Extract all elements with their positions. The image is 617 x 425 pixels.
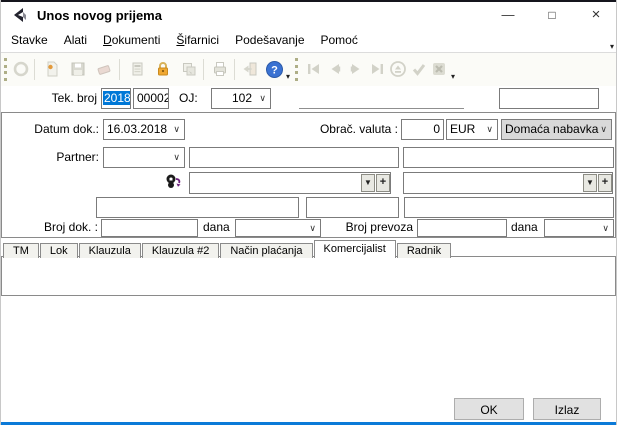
tek-broj-number-input[interactable]: 00002 bbox=[133, 88, 169, 109]
dropdown-button[interactable]: ▼ bbox=[361, 174, 375, 192]
minimize-button[interactable]: — bbox=[486, 2, 530, 30]
lock-icon[interactable] bbox=[151, 57, 175, 81]
selected-text: 2018 bbox=[103, 91, 131, 105]
dana-label: dana bbox=[511, 218, 541, 236]
tab-tm[interactable]: TM bbox=[3, 243, 39, 258]
save-icon[interactable] bbox=[66, 57, 90, 81]
title-bar[interactable]: Unos novog prijema — □ × bbox=[1, 2, 617, 30]
help-icon[interactable]: ? bbox=[262, 57, 286, 81]
window-title: Unos novog prijema bbox=[37, 2, 162, 30]
partner-name-input[interactable] bbox=[189, 147, 399, 168]
menu-item-pomo[interactable]: Pomoć bbox=[313, 30, 366, 51]
dialog-window: Unos novog prijema — □ × StavkeAlatiDoku… bbox=[0, 0, 617, 425]
broj-prevoza-input[interactable] bbox=[417, 219, 507, 237]
tab-klauzula[interactable]: Klauzula bbox=[79, 243, 141, 258]
menu-item-ifarnici[interactable]: Šifarnici bbox=[168, 30, 227, 51]
dana-select-2[interactable]: ∨ bbox=[544, 219, 614, 237]
obrac-valuta-label: Obrač. valuta : bbox=[301, 119, 398, 140]
cancel-icon[interactable] bbox=[427, 57, 451, 81]
eraser-icon[interactable] bbox=[92, 57, 116, 81]
datum-dok-select[interactable]: 16.03.2018∨ bbox=[103, 119, 185, 140]
tip-nabavke-select[interactable]: Domaća nabavka∨ bbox=[501, 119, 612, 140]
toolbar-separator bbox=[34, 59, 35, 80]
ok-button[interactable]: OK bbox=[454, 398, 524, 420]
menu-item-pode-avanje[interactable]: Podešavanje bbox=[227, 30, 312, 51]
valuta-iznos-input[interactable]: 0 bbox=[401, 119, 444, 140]
menu-item-alati[interactable]: Alati bbox=[56, 30, 95, 51]
chevron-down-icon: ∨ bbox=[309, 220, 316, 236]
tab-klauzula-2[interactable]: Klauzula #2 bbox=[142, 243, 220, 258]
contact-select-right[interactable]: ▼ + bbox=[403, 172, 613, 194]
address-input-1[interactable] bbox=[96, 197, 299, 218]
broj-prevoza-label: Broj prevoza bbox=[339, 218, 413, 236]
contact-select-left[interactable]: ▼ + bbox=[189, 172, 391, 194]
toolbar-separator bbox=[119, 59, 120, 80]
toolbar-separator bbox=[203, 59, 204, 80]
header-box-input[interactable] bbox=[499, 88, 599, 109]
broj-dok-input[interactable] bbox=[101, 219, 198, 237]
oj-select[interactable]: 102∨ bbox=[211, 88, 271, 109]
chevron-down-icon: ∨ bbox=[259, 89, 266, 108]
toolbar: ? ▾ ▾ bbox=[1, 53, 617, 86]
toolbar-grip[interactable] bbox=[4, 58, 7, 81]
tab-na-in-pla-anja[interactable]: Način plaćanja bbox=[220, 243, 312, 258]
tab-lok[interactable]: Lok bbox=[40, 243, 78, 258]
chevron-down-icon: ∨ bbox=[486, 120, 493, 139]
dana-select[interactable]: ∨ bbox=[235, 219, 321, 237]
address-input-2[interactable] bbox=[306, 197, 399, 218]
tab-strip: TMLokKlauzulaKlauzula #2Način plaćanjaKo… bbox=[3, 240, 452, 258]
address-input-3[interactable] bbox=[404, 197, 614, 218]
toolbar-separator bbox=[234, 59, 235, 80]
toolbar-overflow-icon[interactable]: ▾ bbox=[286, 72, 290, 81]
list-icon[interactable] bbox=[125, 57, 149, 81]
copy-table-icon[interactable] bbox=[177, 57, 201, 81]
chevron-down-icon: ∨ bbox=[173, 148, 180, 167]
partner-code-select[interactable]: ∨ bbox=[103, 147, 185, 168]
svg-text:?: ? bbox=[271, 64, 278, 76]
app-logo-icon bbox=[11, 7, 29, 25]
chevron-down-icon: ∨ bbox=[602, 220, 609, 236]
tab-panel-komercijalist bbox=[1, 256, 616, 296]
partner-name2-input[interactable] bbox=[403, 147, 614, 168]
tek-broj-year-input[interactable]: 2018 bbox=[101, 88, 131, 109]
tab-komercijalist[interactable]: Komercijalist bbox=[314, 240, 396, 258]
partner-contact-icon bbox=[164, 173, 183, 190]
toolbar-overflow-icon[interactable]: ▾ bbox=[451, 72, 455, 81]
valuta-select[interactable]: EUR∨ bbox=[446, 119, 498, 140]
oj-label: OJ: bbox=[179, 88, 205, 109]
dana-label: dana bbox=[203, 218, 233, 236]
datum-dok-label: Datum dok.: bbox=[19, 119, 99, 140]
tek-broj-label: Tek. broj bbox=[29, 88, 97, 109]
menu-item-stavke[interactable]: Stavke bbox=[3, 30, 56, 51]
chevron-down-icon: ∨ bbox=[600, 120, 607, 139]
header-underline-input[interactable] bbox=[299, 88, 464, 109]
chevron-down-icon: ∨ bbox=[173, 120, 180, 139]
tab-radnik[interactable]: Radnik bbox=[397, 243, 451, 258]
menu-item-dokumenti[interactable]: Dokumenti bbox=[95, 30, 168, 51]
close-button[interactable]: × bbox=[574, 2, 617, 30]
maximize-button[interactable]: □ bbox=[530, 2, 574, 30]
izlaz-button[interactable]: Izlaz bbox=[533, 398, 601, 420]
new-document-icon[interactable] bbox=[40, 57, 64, 81]
toolbar-grip[interactable] bbox=[295, 58, 298, 81]
add-button[interactable]: + bbox=[598, 174, 612, 192]
print-icon[interactable] bbox=[208, 57, 232, 81]
menu-overflow-icon[interactable]: ▾ bbox=[610, 42, 614, 51]
menu-bar: StavkeAlatiDokumentiŠifarniciPodešavanje… bbox=[1, 30, 617, 53]
undo-circle-icon[interactable] bbox=[9, 57, 33, 81]
dropdown-button[interactable]: ▼ bbox=[583, 174, 597, 192]
add-button[interactable]: + bbox=[376, 174, 390, 192]
broj-dok-label: Broj dok. : bbox=[19, 218, 98, 236]
exit-door-icon[interactable] bbox=[238, 57, 262, 81]
partner-label: Partner: bbox=[19, 147, 99, 168]
